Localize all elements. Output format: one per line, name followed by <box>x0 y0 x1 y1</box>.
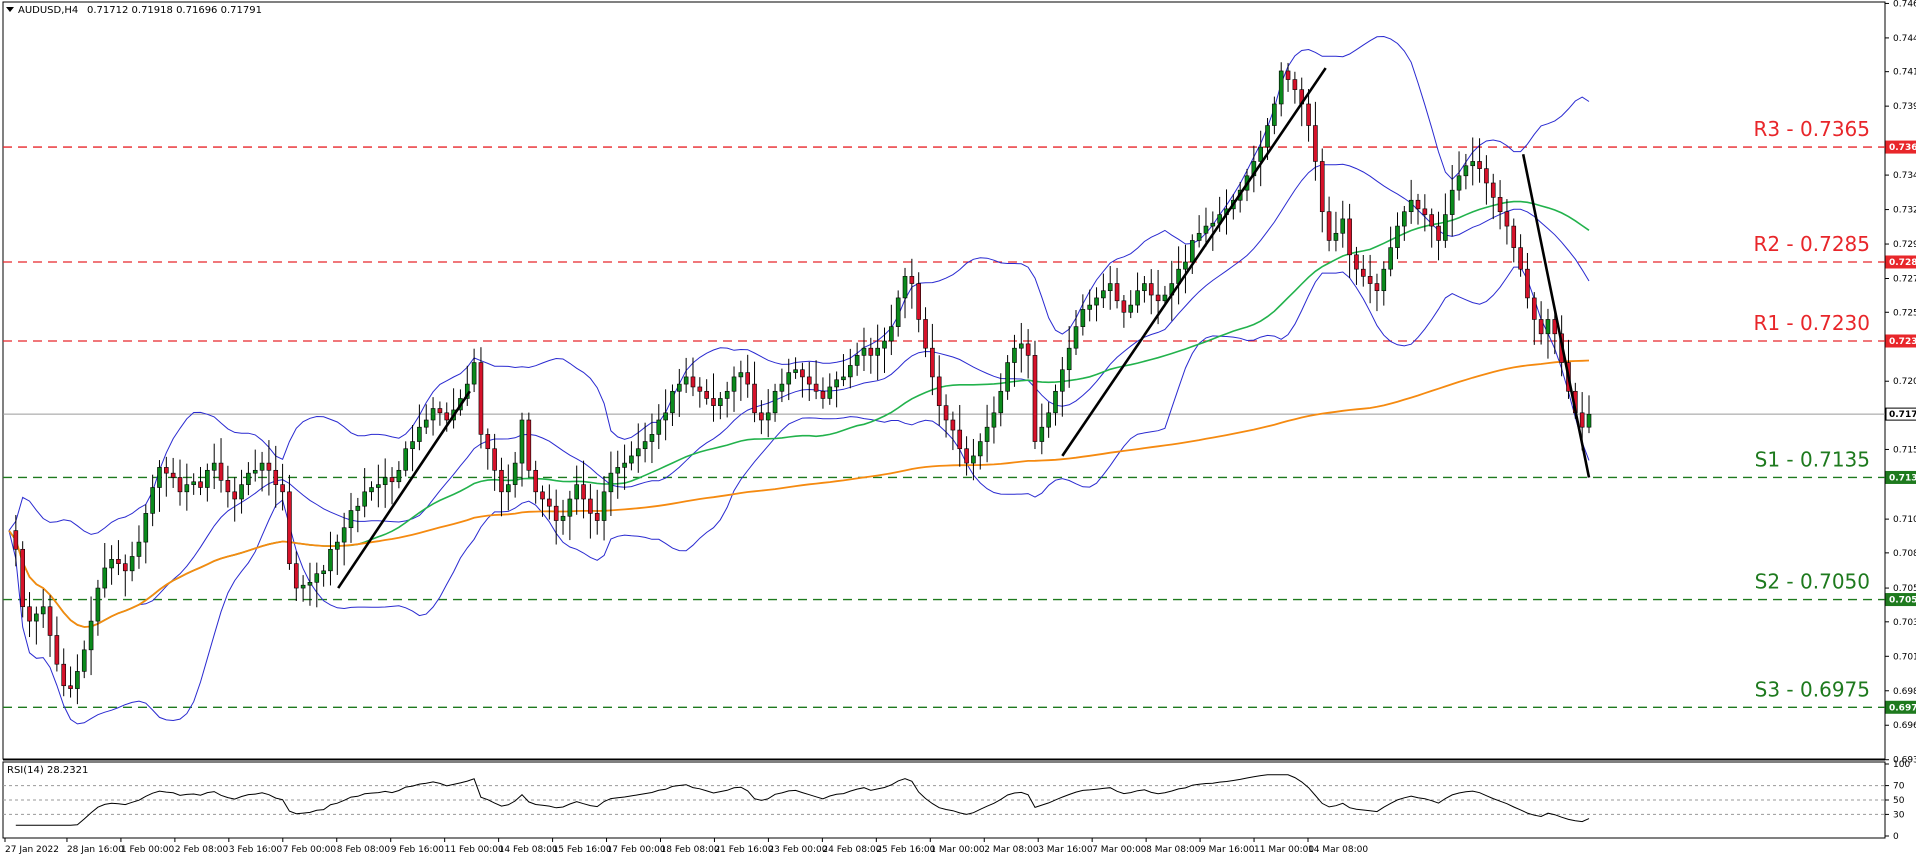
price-tick-label: 0.72500 <box>1893 308 1916 318</box>
level-label: S3 - 0.6975 <box>1755 677 1870 701</box>
time-tick-label: 9 Mar 16:00 <box>1200 845 1255 855</box>
symbol-label: AUDUSD,H4 <box>18 5 78 16</box>
price-tick-label: 0.72020 <box>1893 377 1916 387</box>
time-tick-label: 3 Feb 16:00 <box>229 845 283 855</box>
rsi-tick-label: 30 <box>1893 810 1905 820</box>
level-label: R2 - 0.7285 <box>1753 232 1870 256</box>
price-level-box-label: 0.73650 <box>1889 143 1916 153</box>
price-chart: R3 - 0.7365 R2 - 0.7285 R1 - 0.7230 S1 - 0.… <box>2 0 1916 855</box>
price-level-box-label: 0.72850 <box>1889 258 1916 268</box>
candle <box>526 412 532 478</box>
price-tick-label: 0.73215 <box>1893 206 1916 216</box>
rsi-label: RSI(14) 28.2321 <box>7 765 88 776</box>
level-label: S1 - 0.7135 <box>1755 447 1870 471</box>
price-axis: 0.74650 0.74410 0.74175 0.73935 0.73650 0.734… <box>1885 0 1916 766</box>
price-tick-label: 0.71545 <box>1893 445 1916 455</box>
time-tick-label: 2 Feb 08:00 <box>175 845 229 855</box>
time-tick-label: 8 Mar 08:00 <box>1146 845 1201 855</box>
candle <box>478 347 484 449</box>
price-level-box-label: 0.72300 <box>1889 337 1916 347</box>
time-tick-label: 11 Mar 00:00 <box>1254 845 1314 855</box>
price-tick-label: 0.70580 <box>1893 584 1916 594</box>
ohlc-values: 0.71712 0.71918 0.71696 0.71791 <box>87 5 262 16</box>
time-tick-label: 18 Feb 08:00 <box>661 845 720 855</box>
price-level-box-label: 0.70500 <box>1889 596 1916 606</box>
time-tick-label: 7 Mar 00:00 <box>1092 845 1147 855</box>
chart-frame <box>2 1 1886 760</box>
price-tick-label: 0.71060 <box>1893 515 1916 525</box>
time-tick-label: 1 Feb 00:00 <box>121 845 175 855</box>
price-level-box-label: 0.69750 <box>1889 703 1916 713</box>
price-tick-label: 0.69625 <box>1893 721 1916 731</box>
level-label: R1 - 0.7230 <box>1753 311 1870 335</box>
candle <box>20 541 25 618</box>
price-level-box-label: 0.71791 <box>1889 410 1916 420</box>
level-label: R3 - 0.7365 <box>1753 117 1870 141</box>
time-axis: 27 Jan 2022 28 Jan 16:001 Feb 00:00 2 Feb … <box>4 838 1368 855</box>
price-tick-label: 0.72735 <box>1893 275 1916 285</box>
price-tick-label: 0.73935 <box>1893 102 1916 112</box>
time-tick-label: 2 Mar 08:00 <box>984 845 1039 855</box>
time-tick-label: 27 Jan 2022 <box>5 845 59 855</box>
rsi-tick-label: 70 <box>1893 782 1905 792</box>
price-tick-label: 0.69865 <box>1893 687 1916 697</box>
time-tick-label: 14 Mar 08:00 <box>1308 845 1368 855</box>
price-level-box-label: 0.71350 <box>1889 473 1916 483</box>
time-tick-label: 21 Feb 16:00 <box>714 845 773 855</box>
price-tick-label: 0.70105 <box>1893 652 1916 662</box>
rsi-tick-label: 0 <box>1893 832 1899 842</box>
time-tick-label: 11 Feb 00:00 <box>445 845 504 855</box>
time-tick-label: 8 Feb 08:00 <box>337 845 391 855</box>
time-tick-label: 25 Feb 16:00 <box>876 845 935 855</box>
price-tick-label: 0.74175 <box>1893 68 1916 78</box>
price-tick-label: 0.73455 <box>1893 171 1916 181</box>
time-tick-label: 1 Mar 00:00 <box>930 845 985 855</box>
price-tick-label: 0.74410 <box>1893 34 1916 44</box>
price-tick-label: 0.70825 <box>1893 549 1916 559</box>
time-tick-label: 9 Feb 16:00 <box>391 845 445 855</box>
price-tick-label: 0.70345 <box>1893 618 1916 628</box>
price-tick-label: 0.74650 <box>1893 0 1916 9</box>
time-tick-label: 17 Feb 00:00 <box>607 845 666 855</box>
time-tick-label: 24 Feb 08:00 <box>822 845 881 855</box>
rsi-tick-label: 50 <box>1893 796 1905 806</box>
time-tick-label: 3 Mar 16:00 <box>1038 845 1093 855</box>
time-tick-label: 15 Feb 16:00 <box>553 845 612 855</box>
price-tick-label: 0.72975 <box>1893 240 1916 250</box>
time-tick-label: 28 Jan 16:00 <box>67 845 124 855</box>
level-label: S2 - 0.7050 <box>1755 570 1870 594</box>
time-tick-label: 23 Feb 00:00 <box>768 845 827 855</box>
candle <box>1032 340 1038 450</box>
rsi-tick-label: 100 <box>1893 760 1910 770</box>
time-tick-label: 14 Feb 08:00 <box>499 845 558 855</box>
time-tick-label: 7 Feb 00:00 <box>283 845 337 855</box>
